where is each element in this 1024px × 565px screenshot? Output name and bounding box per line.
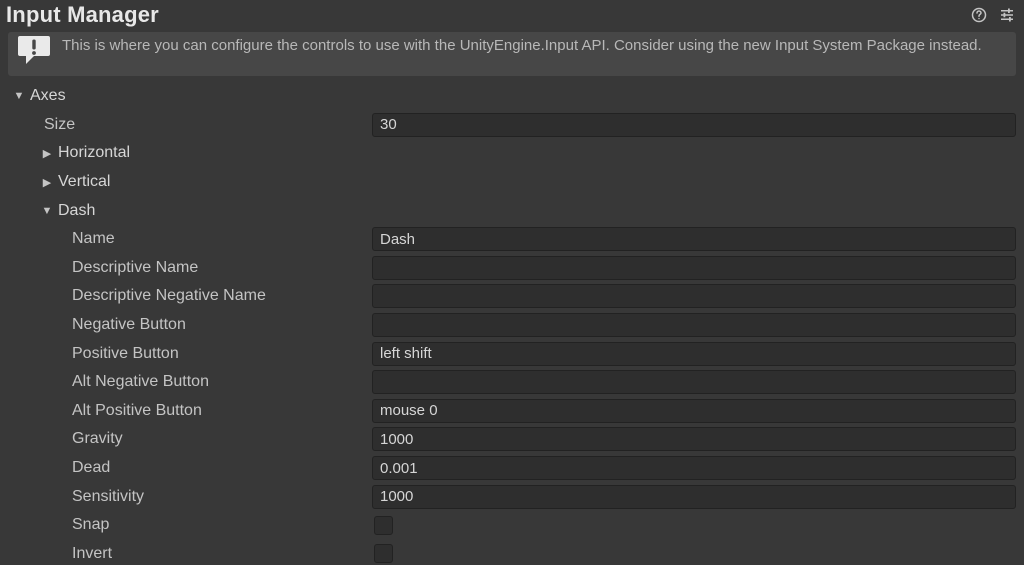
dead-input[interactable]: [372, 456, 1016, 480]
positive-button-label: Positive Button: [72, 345, 179, 363]
sensitivity-input[interactable]: [372, 485, 1016, 509]
horizontal-foldout[interactable]: ▶ Horizontal: [12, 139, 1016, 168]
panel-title: Input Manager: [6, 2, 159, 28]
horizontal-label: Horizontal: [58, 144, 130, 162]
invert-row: ▼ Invert: [12, 540, 1016, 565]
descriptive-name-label: Descriptive Name: [72, 259, 198, 277]
speech-bubble-icon: [16, 32, 52, 68]
name-label: Name: [72, 230, 115, 248]
name-row: ▼ Name: [12, 225, 1016, 254]
dash-foldout[interactable]: ▼ Dash: [12, 196, 1016, 225]
dead-label: Dead: [72, 459, 110, 477]
foldout-arrow-down-icon: ▼: [12, 90, 26, 102]
panel-header: Input Manager: [0, 0, 1024, 30]
axes-foldout[interactable]: ▼ Axes: [12, 82, 1016, 111]
positive-button-row: ▼ Positive Button: [12, 339, 1016, 368]
foldout-arrow-right-icon: ▶: [40, 147, 54, 160]
properties-list: ▼ Axes ▼ Size ▶ Horizontal: [0, 82, 1024, 565]
negative-button-label: Negative Button: [72, 316, 186, 334]
alt-negative-button-label: Alt Negative Button: [72, 373, 209, 391]
size-input[interactable]: [372, 113, 1016, 137]
foldout-arrow-down-icon: ▼: [40, 205, 54, 217]
positive-button-input[interactable]: [372, 342, 1016, 366]
alt-positive-button-input[interactable]: [372, 399, 1016, 423]
alt-positive-button-row: ▼ Alt Positive Button: [12, 397, 1016, 426]
dead-row: ▼ Dead: [12, 454, 1016, 483]
size-label: Size: [44, 116, 75, 134]
settings-icon[interactable]: [998, 6, 1016, 24]
name-input[interactable]: [372, 227, 1016, 251]
negative-button-row: ▼ Negative Button: [12, 311, 1016, 340]
header-icons: [970, 6, 1016, 24]
info-text: This is where you can configure the cont…: [62, 36, 982, 56]
size-row: ▼ Size: [12, 111, 1016, 140]
gravity-input[interactable]: [372, 427, 1016, 451]
descriptive-negative-name-row: ▼ Descriptive Negative Name: [12, 282, 1016, 311]
vertical-label: Vertical: [58, 173, 110, 191]
sensitivity-label: Sensitivity: [72, 488, 144, 506]
vertical-foldout[interactable]: ▶ Vertical: [12, 168, 1016, 197]
axes-label: Axes: [30, 87, 66, 105]
invert-label: Invert: [72, 545, 112, 563]
descriptive-negative-name-input[interactable]: [372, 284, 1016, 308]
descriptive-negative-name-label: Descriptive Negative Name: [72, 287, 266, 305]
snap-checkbox[interactable]: [374, 516, 393, 535]
descriptive-name-input[interactable]: [372, 256, 1016, 280]
alt-negative-button-row: ▼ Alt Negative Button: [12, 368, 1016, 397]
alt-positive-button-label: Alt Positive Button: [72, 402, 202, 420]
input-manager-panel: Input Manager: [0, 0, 1024, 565]
sensitivity-row: ▼ Sensitivity: [12, 482, 1016, 511]
gravity-row: ▼ Gravity: [12, 425, 1016, 454]
negative-button-input[interactable]: [372, 313, 1016, 337]
invert-checkbox[interactable]: [374, 544, 393, 563]
info-box: This is where you can configure the cont…: [8, 32, 1016, 76]
gravity-label: Gravity: [72, 430, 123, 448]
snap-row: ▼ Snap: [12, 511, 1016, 540]
dash-label: Dash: [58, 202, 95, 220]
foldout-arrow-right-icon: ▶: [40, 176, 54, 189]
alt-negative-button-input[interactable]: [372, 370, 1016, 394]
help-icon[interactable]: [970, 6, 988, 24]
descriptive-name-row: ▼ Descriptive Name: [12, 254, 1016, 283]
snap-label: Snap: [72, 516, 109, 534]
